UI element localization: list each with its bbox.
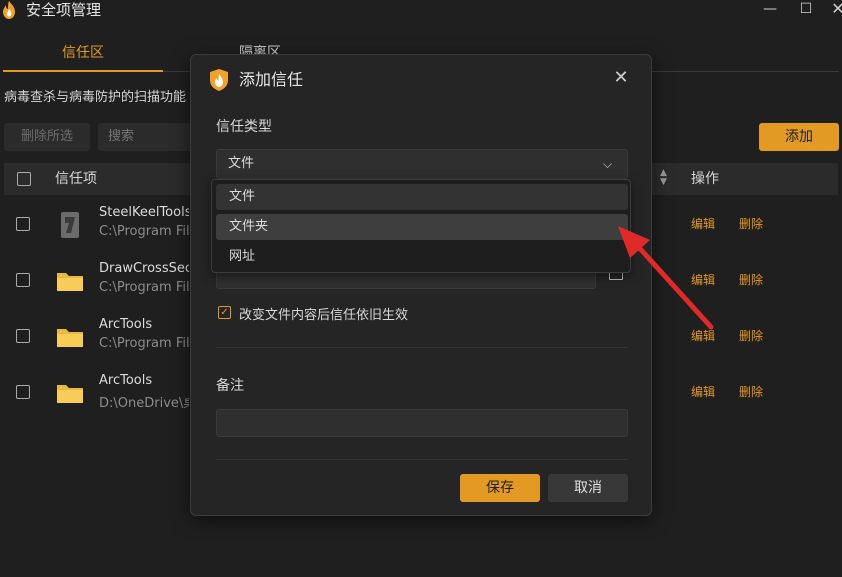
item-name: DrawCrossSection — [99, 261, 189, 276]
edit-link[interactable]: 编辑 — [691, 271, 715, 288]
column-header-actions: 操作 — [691, 171, 719, 187]
app-exe-icon — [61, 212, 79, 238]
minimize-button[interactable]: — — [760, 0, 780, 20]
delete-link[interactable]: 删除 — [739, 327, 763, 344]
trust-type-label: 信任类型 — [216, 119, 272, 135]
shield-flame-icon — [210, 69, 228, 91]
edit-link[interactable]: 编辑 — [691, 383, 715, 400]
divider — [216, 459, 628, 460]
chevron-down-icon: ⌵ — [603, 157, 613, 171]
active-tab-indicator — [3, 70, 163, 72]
item-path: D:\OneDrive\桌面 — [99, 396, 189, 411]
select-all-checkbox[interactable] — [17, 172, 31, 186]
note-label: 备注 — [216, 378, 244, 394]
item-path: C:\Program Files — [99, 280, 189, 295]
close-icon[interactable]: ✕ — [611, 68, 631, 88]
title-bar: 安全项管理 — ☐ ✕ — [0, 0, 842, 22]
delete-selected-button[interactable]: 删除所选 — [4, 123, 90, 151]
window-title: 安全项管理 — [26, 1, 102, 19]
sort-icon[interactable]: ▲ ▼ — [660, 169, 667, 187]
keep-trust-checkbox[interactable]: ✓ — [218, 306, 231, 319]
delete-link[interactable]: 删除 — [739, 215, 763, 232]
close-window-button[interactable]: ✕ — [828, 0, 842, 20]
edit-link[interactable]: 编辑 — [691, 327, 715, 344]
folder-icon — [57, 273, 83, 291]
delete-link[interactable]: 删除 — [739, 271, 763, 288]
edit-link[interactable]: 编辑 — [691, 215, 715, 232]
dropdown-option-folder[interactable]: 文件夹 — [216, 214, 628, 240]
keep-trust-label: 改变文件内容后信任依旧生效 — [239, 308, 409, 323]
item-path: C:\Program Files — [99, 224, 189, 239]
row-checkbox[interactable] — [16, 273, 30, 287]
row-checkbox[interactable] — [16, 329, 30, 343]
flame-shield-icon — [3, 1, 15, 19]
add-button[interactable]: 添加 — [759, 123, 839, 151]
search-input[interactable] — [98, 123, 198, 151]
column-header-item: 信任项 — [55, 171, 97, 187]
row-checkbox[interactable] — [16, 217, 30, 231]
divider — [216, 347, 628, 348]
item-path: C:\Program Files — [99, 336, 189, 351]
delete-link[interactable]: 删除 — [739, 383, 763, 400]
add-trust-dialog: 添加信任 ✕ 信任类型 文件 ⌵ ✓ 改变文件内容后信任依旧生效 备注 保存 取… — [190, 54, 652, 516]
folder-icon — [57, 329, 83, 347]
item-name: ArcTools — [99, 373, 153, 388]
trust-type-dropdown: 文件 文件夹 网址 — [211, 179, 631, 273]
dropdown-option-url[interactable]: 网址 — [216, 244, 628, 270]
folder-icon — [57, 385, 83, 403]
zone-description: 病毒查杀与病毒防护的扫描功能 — [4, 90, 187, 105]
save-button[interactable]: 保存 — [460, 474, 540, 502]
trust-type-select[interactable]: 文件 ⌵ — [216, 149, 628, 179]
dialog-title: 添加信任 — [239, 70, 304, 89]
row-checkbox[interactable] — [16, 385, 30, 399]
note-input[interactable] — [216, 409, 628, 437]
selected-type-value: 文件 — [228, 156, 255, 171]
cancel-button[interactable]: 取消 — [548, 474, 628, 502]
tab-trust-zone[interactable]: 信任区 — [3, 38, 163, 72]
dropdown-option-file[interactable]: 文件 — [216, 184, 628, 210]
maximize-button[interactable]: ☐ — [796, 0, 816, 20]
item-name: SteelKeelTools — [99, 205, 189, 220]
item-name: ArcTools — [99, 317, 153, 332]
